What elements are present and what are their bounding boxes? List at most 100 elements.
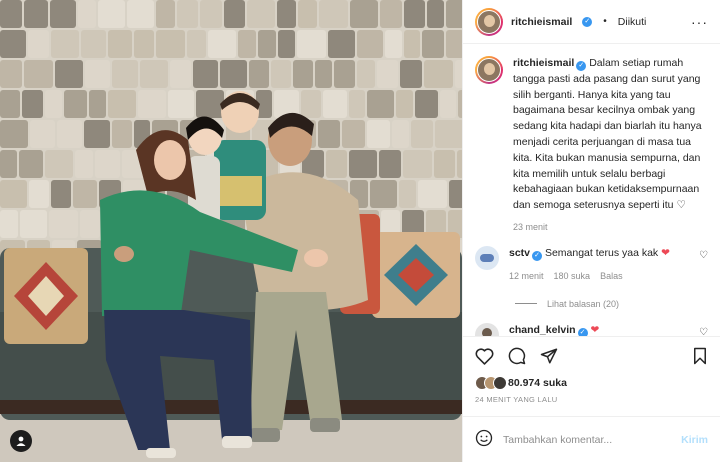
share-icon[interactable] <box>540 347 558 368</box>
rolled-rug <box>400 60 422 88</box>
rolled-rug <box>84 120 110 148</box>
rolled-rug <box>81 30 106 58</box>
caption-username[interactable]: ritchieismail <box>513 57 574 69</box>
caption-avatar[interactable] <box>475 56 503 84</box>
comment-avatar[interactable] <box>475 245 499 270</box>
post-actions: 80.974 suka 24 MENIT YANG LALU <box>463 336 720 416</box>
rolled-rug <box>404 0 425 28</box>
rolled-rug <box>403 150 432 178</box>
emoji-icon[interactable] <box>475 429 493 450</box>
bookmark-icon[interactable] <box>692 347 708 368</box>
reply-button[interactable]: Balas <box>600 269 623 283</box>
verified-badge: ✓ <box>532 250 543 261</box>
rolled-rug <box>271 60 291 88</box>
rolled-rug <box>156 30 185 58</box>
rolled-rug <box>95 150 120 178</box>
verified-badge: ✓ <box>577 327 588 336</box>
rolled-rug <box>350 0 378 28</box>
liker-avatars <box>475 376 507 390</box>
rolled-rug <box>323 90 347 118</box>
comment-like-heart-icon[interactable]: ♡ <box>699 250 708 261</box>
author-avatar[interactable] <box>475 7 503 36</box>
rolled-rug <box>170 60 191 88</box>
comment-body: sctv ✓ Semangat terus yaa kak ❤ 12 menit … <box>509 246 689 283</box>
likes-row[interactable]: 80.974 suka <box>475 376 708 390</box>
rolled-rug <box>446 0 462 28</box>
rolled-rug <box>293 60 313 88</box>
rolled-rug <box>297 30 326 58</box>
rolled-rug <box>377 60 398 88</box>
rolled-rug <box>349 90 365 118</box>
caption-body: Dalam setiap rumah tangga pasti ada pasa… <box>513 57 702 212</box>
rolled-rug <box>78 0 96 28</box>
comment-meta: 12 menit 180 suka Balas <box>509 269 689 283</box>
rolled-rug <box>424 60 453 88</box>
rolled-rug <box>247 0 275 28</box>
add-comment-bar: Kirim <box>463 416 720 462</box>
rolled-rug <box>20 210 47 238</box>
rolled-rug <box>0 210 18 238</box>
heart-icon[interactable] <box>475 347 494 368</box>
comment-avatar[interactable] <box>475 322 499 336</box>
rolled-rug <box>28 30 49 58</box>
post-header: ritchieismail ✓ • Diikuti ··· <box>463 0 720 44</box>
user-tag-icon[interactable] <box>10 430 32 452</box>
rolled-rug <box>440 90 456 118</box>
rolled-rug <box>422 30 444 58</box>
rolled-rug <box>319 0 348 28</box>
rolled-rug <box>75 150 93 178</box>
rolled-rug <box>301 90 321 118</box>
rolled-rug <box>45 150 73 178</box>
author-username[interactable]: ritchieismail <box>511 16 572 28</box>
rolled-rug <box>392 120 409 148</box>
rolled-rug <box>455 60 462 88</box>
post-comment-button[interactable]: Kirim <box>681 434 708 446</box>
rolled-rug <box>278 30 295 58</box>
rolled-rug <box>0 0 22 28</box>
rolled-rug <box>0 180 27 208</box>
rolled-rug <box>57 120 82 148</box>
separator-dot: • <box>603 16 607 27</box>
rolled-rug <box>367 120 390 148</box>
rolled-rug <box>0 120 28 148</box>
rolled-rug <box>342 120 365 148</box>
rolled-rug <box>0 150 17 178</box>
rolled-rug <box>224 0 245 28</box>
red-heart-emoji: ❤ <box>661 246 670 259</box>
likes-count[interactable]: 80.974 suka <box>508 377 567 389</box>
rolled-rug <box>249 60 269 88</box>
comment-likes[interactable]: 180 suka <box>554 269 591 283</box>
rolled-rug <box>80 210 100 238</box>
rolled-rug <box>0 30 26 58</box>
post-photo[interactable] <box>0 0 462 462</box>
view-replies-button[interactable]: Lihat balasan (20) <box>515 299 708 309</box>
follow-button[interactable]: Diikuti <box>618 16 647 28</box>
comment-like-heart-icon[interactable]: ♡ <box>699 327 708 336</box>
verified-badge: ✓ <box>582 16 593 27</box>
rolled-rug <box>24 60 53 88</box>
comment-item: sctv ✓ Semangat terus yaa kak ❤ 12 menit … <box>475 245 708 283</box>
comment-username[interactable]: sctv <box>509 247 530 259</box>
action-icons <box>475 347 708 368</box>
verified-badge: ✓ <box>576 61 587 71</box>
comment-icon[interactable] <box>508 347 526 368</box>
rolled-rug <box>415 90 438 118</box>
red-heart-emoji: ❤ <box>590 323 600 336</box>
comment-username[interactable]: chand_kelvin <box>509 324 576 336</box>
post-time: 24 MENIT YANG LALU <box>475 395 558 404</box>
rolled-rug <box>446 30 462 58</box>
rolled-rug <box>24 0 48 28</box>
rolled-rug <box>51 30 79 58</box>
rolled-rug <box>370 180 397 208</box>
rolled-rug <box>168 90 194 118</box>
rolled-rug <box>0 90 20 118</box>
rolled-rug <box>315 60 332 88</box>
rolled-rug <box>334 60 355 88</box>
rolled-rug <box>89 90 106 118</box>
comments-area[interactable]: ritchieismail ✓ Dalam setiap rumah tangga… <box>463 44 720 336</box>
more-options-icon[interactable]: ··· <box>691 14 708 30</box>
rolled-rug <box>411 120 433 148</box>
rolled-rug <box>449 180 462 208</box>
rolled-rug <box>380 0 402 28</box>
comment-input[interactable] <box>503 433 672 446</box>
